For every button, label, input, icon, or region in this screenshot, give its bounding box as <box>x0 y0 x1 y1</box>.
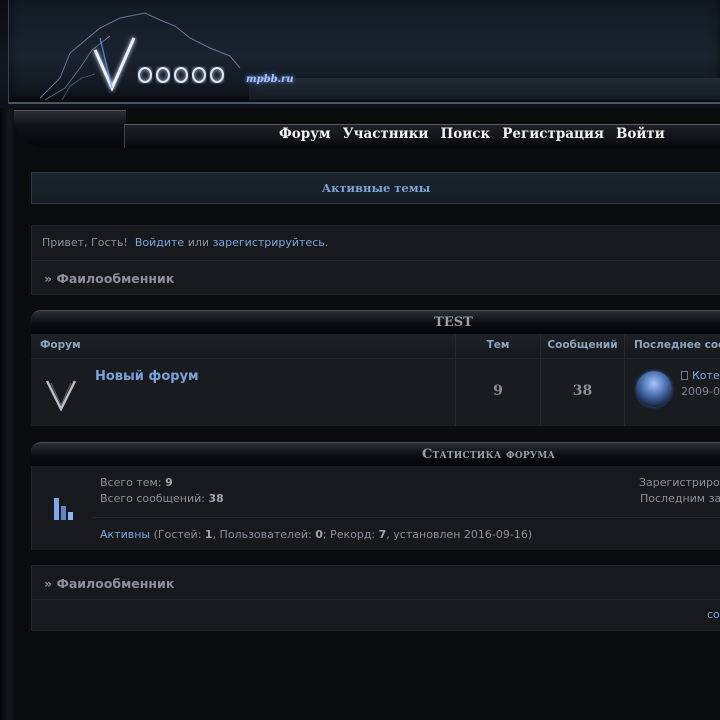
bottom-divider <box>32 599 720 600</box>
left-rail <box>0 108 16 720</box>
nav-forum[interactable]: Форум <box>279 126 331 142</box>
bottom-box: » Фаилообменник со <box>31 565 720 631</box>
stats-divider <box>92 517 720 518</box>
bottom-breadcrumb-prefix: » <box>44 576 53 591</box>
active-topics-link[interactable]: Активные темы <box>322 181 431 195</box>
stat-total-topics: Всего тем: 9 <box>100 476 173 489</box>
online-users: 0 <box>315 528 323 541</box>
online-users-label: , Пользователей: <box>212 528 312 541</box>
stat-last-registered: Последним за <box>640 492 720 505</box>
last-post-link[interactable]: Коте <box>681 369 720 382</box>
welcome-text: Привет, Гость! Войдите или зарегистрируй… <box>42 236 328 249</box>
site-logo[interactable] <box>40 8 290 100</box>
register-link[interactable]: зарегистрируйтесь <box>213 236 325 249</box>
logo-graphic <box>40 12 241 100</box>
main-navbar: Форум Участники Поиск Регистрация Войти <box>14 110 720 150</box>
or-text: или <box>187 236 210 249</box>
forum-topics-cell: 9 <box>456 358 541 426</box>
active-topics-bar: Активные темы <box>31 172 720 204</box>
stat-total-posts: Всего сообщений: 38 <box>100 492 224 505</box>
forum-name-link[interactable]: Новый форум <box>95 369 199 384</box>
breadcrumb-row: » Фаилообменник <box>32 260 720 296</box>
online-record-date: , установлен 2016-09-16) <box>386 528 533 541</box>
stat-online: Активны (Гостей: 1, Пользователей: 0; Ре… <box>100 528 532 541</box>
last-post-date: 2009-0 <box>681 385 720 398</box>
welcome-box: Привет, Гость! Войдите или зарегистрируй… <box>31 225 720 295</box>
col-header-last-post: Последнее соо <box>625 334 720 358</box>
breadcrumb-link[interactable]: Фаилообменник <box>56 271 174 286</box>
online-open: (Гостей: <box>153 528 202 541</box>
nav-members[interactable]: Участники <box>343 126 429 142</box>
forum-table: Форум Тем Сообщений Последнее соо Новый … <box>31 334 720 426</box>
bottom-breadcrumb-link[interactable]: Фаилообменник <box>56 576 174 591</box>
stats-header: Статистика форума <box>31 442 720 466</box>
nav-login[interactable]: Войти <box>616 126 665 142</box>
header-stripe <box>249 78 720 100</box>
logo-subtitle: mpbb.ru <box>246 74 294 85</box>
avatar[interactable] <box>636 371 672 407</box>
login-link[interactable]: Войдите <box>135 236 184 249</box>
nav-register[interactable]: Регистрация <box>502 126 604 142</box>
breadcrumb: » Фаилообменник <box>44 271 174 286</box>
navbar-tab <box>14 110 126 148</box>
online-guests: 1 <box>204 528 213 541</box>
stats-box: Всего тем: 9 Всего сообщений: 38 Зарегис… <box>31 466 720 550</box>
bottom-link[interactable]: со <box>707 608 720 621</box>
stat-total-posts-value: 38 <box>208 492 224 505</box>
forum-posts-count: 38 <box>572 383 593 399</box>
forum-last-post-cell: Коте 2009-0 <box>625 358 720 426</box>
nav-search[interactable]: Поиск <box>440 126 490 142</box>
bottom-breadcrumb: » Фаилообменник <box>44 576 174 591</box>
last-post-title: Коте <box>692 369 720 382</box>
welcome-end: . <box>324 236 329 249</box>
online-record-label: ; Рекорд: <box>322 528 376 541</box>
forum-topics-count: 9 <box>493 383 503 399</box>
category-title: TEST <box>434 315 473 330</box>
stats-title: Статистика форума <box>421 447 556 462</box>
forum-posts-cell: 38 <box>541 358 625 426</box>
forum-row-cell: Новый форум <box>31 358 456 426</box>
bottom-breadcrumb-row: » Фаилообменник <box>32 566 720 600</box>
greeting-text: Привет, Гость! <box>42 236 128 249</box>
col-header-topics: Тем <box>456 334 541 358</box>
site-header: mpbb.ru <box>0 0 720 108</box>
col-header-posts: Сообщений <box>541 334 625 358</box>
nav-links: Форум Участники Поиск Регистрация Войти <box>279 126 665 142</box>
stat-total-posts-label: Всего сообщений: <box>100 492 205 505</box>
document-icon <box>681 371 688 380</box>
active-users-link[interactable]: Активны <box>100 528 150 541</box>
stat-total-topics-label: Всего тем: <box>100 476 162 489</box>
stat-total-topics-value: 9 <box>165 476 173 489</box>
col-header-forum: Форум <box>31 334 456 358</box>
stat-registered: Зарегистриров <box>639 476 720 489</box>
stats-chart-icon <box>54 498 73 520</box>
category-header: TEST <box>31 310 720 334</box>
forum-status-icon <box>45 380 77 412</box>
breadcrumb-prefix: » <box>44 271 53 286</box>
